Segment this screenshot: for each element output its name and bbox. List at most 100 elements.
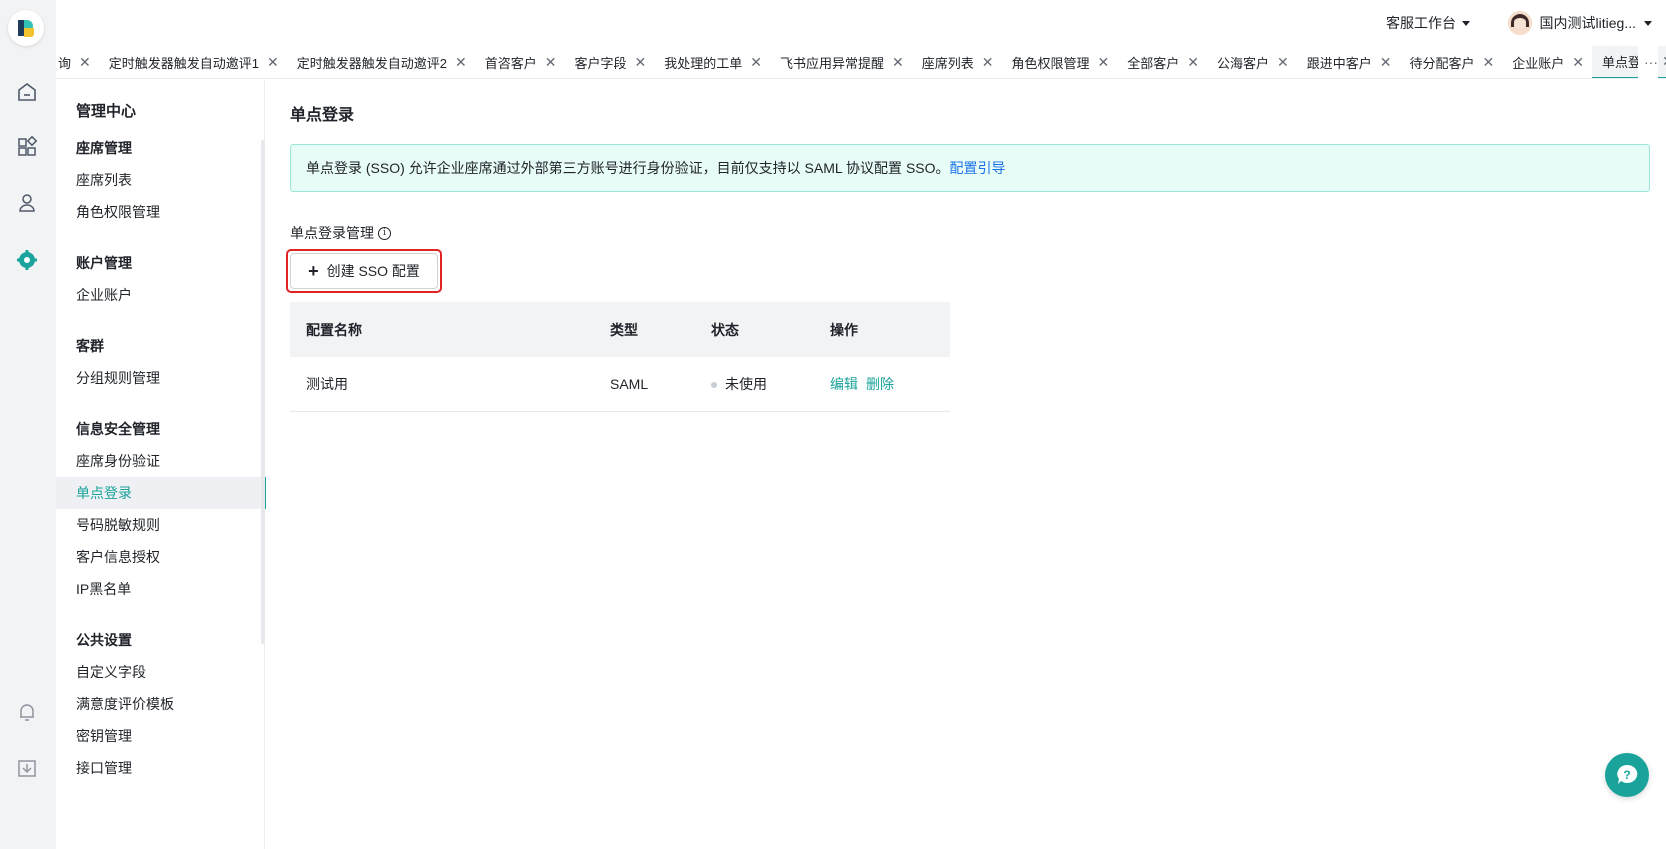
menu-section-title: 账户管理: [76, 255, 132, 271]
close-icon[interactable]: ✕: [1097, 54, 1109, 71]
tab-label: 定时触发器触发自动邀评2: [296, 55, 447, 71]
col-name-header: 配置名称: [306, 321, 362, 338]
plus-icon: +: [308, 261, 319, 281]
section-label: 单点登录管理: [290, 225, 374, 241]
tab-label: 跟进中客户: [1306, 55, 1372, 71]
tab-label: 全部客户: [1127, 55, 1180, 71]
tab-label: 企业账户: [1512, 55, 1565, 71]
download-icon[interactable]: [14, 755, 40, 781]
apps-icon[interactable]: [14, 134, 40, 160]
menu-item[interactable]: 密钥管理: [56, 720, 261, 752]
menu-item[interactable]: 单点登录: [56, 477, 266, 509]
menu-item[interactable]: 角色权限管理: [56, 196, 261, 228]
close-icon[interactable]: ✕: [267, 54, 279, 71]
menu-item[interactable]: 客户信息授权: [56, 541, 261, 573]
side-menu-scrollbar[interactable]: [261, 140, 265, 644]
app-logo[interactable]: [8, 10, 44, 46]
top-bar: 客服工作台 国内测试litieg...: [56, 0, 1666, 46]
page-tabs: 询 ✕ 定时触发器触发自动邀评1 ✕ 定时触发器触发自动邀评2 ✕ 首咨客户 ✕ 客户字段 ✕ 我处…: [56, 46, 1666, 79]
menu-item[interactable]: IP黑名单: [56, 573, 261, 605]
menu-item[interactable]: 座席身份验证: [56, 445, 261, 477]
logo-icon: [18, 20, 34, 37]
close-icon[interactable]: ✕: [455, 54, 467, 71]
home-icon[interactable]: [14, 79, 40, 105]
close-icon[interactable]: ✕: [79, 54, 91, 71]
edit-link[interactable]: 编辑: [830, 376, 858, 392]
close-icon[interactable]: ✕: [1662, 53, 1666, 70]
tab-label: 座席列表: [921, 55, 974, 71]
config-status-cell: 未使用: [711, 374, 830, 394]
close-icon[interactable]: ✕: [1482, 54, 1494, 71]
tab-item[interactable]: 客户字段 ✕: [564, 46, 654, 78]
col-type-header: 类型: [610, 321, 638, 338]
tab-item[interactable]: 我处理的工单 ✕: [654, 46, 770, 78]
menu-item[interactable]: 座席列表: [56, 164, 261, 196]
tab-label: 飞书应用异常提醒: [779, 55, 884, 71]
create-sso-label: 创建 SSO 配置: [326, 263, 420, 279]
delete-link[interactable]: 删除: [866, 376, 894, 392]
customer-icon[interactable]: [14, 190, 40, 216]
main-content: 单点登录 单点登录 (SSO) 允许企业座席通过外部第三方账号进行身份验证，目前…: [266, 80, 1666, 849]
menu-section-title: 公共设置: [76, 632, 132, 648]
close-icon[interactable]: ✕: [750, 54, 762, 71]
config-actions-cell: 编辑 删除: [830, 374, 950, 394]
tab-item[interactable]: 首咨客户 ✕: [475, 46, 565, 78]
close-icon[interactable]: ✕: [892, 54, 904, 71]
tab-item[interactable]: 座席列表 ✕: [912, 46, 1002, 78]
section-heading: 单点登录管理 i: [290, 223, 391, 243]
chevron-down-icon: [1644, 20, 1652, 26]
tab-label: 我处理的工单: [664, 55, 743, 71]
close-icon[interactable]: ✕: [1187, 54, 1199, 71]
status-text: 未使用: [725, 376, 767, 392]
tab-item[interactable]: 飞书应用异常提醒 ✕: [770, 46, 912, 78]
tab-item[interactable]: 询 ✕: [56, 46, 99, 78]
workspace-switcher[interactable]: 客服工作台: [1386, 13, 1470, 33]
tab-label: 首咨客户: [484, 55, 537, 71]
admin-side-menu: 管理中心 座席管理 座席列表 角色权限管理 账户管理 企业账户 客群 分组规则管理 信息安全管…: [56, 80, 266, 849]
svg-text:?: ?: [1623, 768, 1630, 782]
close-icon[interactable]: ✕: [1277, 54, 1289, 71]
menu-item[interactable]: 接口管理: [56, 752, 261, 784]
menu-item[interactable]: 自定义字段: [56, 656, 261, 688]
close-icon[interactable]: ✕: [982, 54, 994, 71]
menu-item[interactable]: 号码脱敏规则: [56, 509, 261, 541]
config-guide-link[interactable]: 配置引导: [950, 160, 1006, 176]
tab-label: 定时触发器触发自动邀评1: [108, 55, 259, 71]
tab-label: 公海客户: [1216, 55, 1269, 71]
close-icon[interactable]: ✕: [545, 54, 557, 71]
menu-title: 管理中心: [76, 103, 137, 120]
page-title: 单点登录: [290, 107, 355, 124]
close-icon[interactable]: ✕: [634, 54, 646, 71]
tab-label: 询: [58, 55, 72, 71]
table-header: 配置名称 类型 状态 操作: [290, 302, 950, 357]
more-tabs-icon[interactable]: ···: [1638, 46, 1658, 79]
tab-item[interactable]: 定时触发器触发自动邀评2 ✕: [287, 46, 475, 78]
user-menu[interactable]: 国内测试litieg...: [1507, 11, 1652, 35]
help-button[interactable]: ?: [1605, 753, 1649, 797]
status-dot: [711, 382, 717, 389]
tab-item[interactable]: 公海客户 ✕: [1207, 46, 1297, 78]
info-icon[interactable]: i: [378, 226, 391, 240]
bell-icon[interactable]: [14, 699, 40, 725]
menu-item[interactable]: 企业账户: [56, 279, 261, 311]
menu-item[interactable]: 满意度评价模板: [56, 688, 261, 720]
tab-item[interactable]: 角色权限管理 ✕: [1001, 46, 1117, 78]
close-icon[interactable]: ✕: [1572, 54, 1584, 71]
config-type-cell: SAML: [610, 376, 649, 392]
close-icon[interactable]: ✕: [1380, 54, 1392, 71]
alert-text: 单点登录 (SSO) 允许企业座席通过外部第三方账号进行身份验证，目前仅支持以 …: [306, 160, 950, 176]
settings-gear-icon[interactable]: [14, 247, 40, 273]
tab-item[interactable]: 全部客户 ✕: [1117, 46, 1207, 78]
tab-label: 角色权限管理: [1011, 55, 1090, 71]
create-sso-button[interactable]: + 创建 SSO 配置: [290, 253, 438, 289]
tab-item[interactable]: 定时触发器触发自动邀评1 ✕: [99, 46, 287, 78]
tab-item[interactable]: 企业账户 ✕: [1502, 46, 1592, 78]
menu-section-title: 客群: [76, 338, 104, 354]
workspace-label: 客服工作台: [1386, 15, 1456, 31]
menu-item[interactable]: 分组规则管理: [56, 362, 261, 394]
col-actions-header: 操作: [830, 321, 858, 338]
tab-item[interactable]: 待分配客户 ✕: [1399, 46, 1502, 78]
avatar: [1507, 11, 1532, 35]
user-name: 国内测试litieg...: [1539, 15, 1636, 31]
tab-item[interactable]: 跟进中客户 ✕: [1297, 46, 1400, 78]
